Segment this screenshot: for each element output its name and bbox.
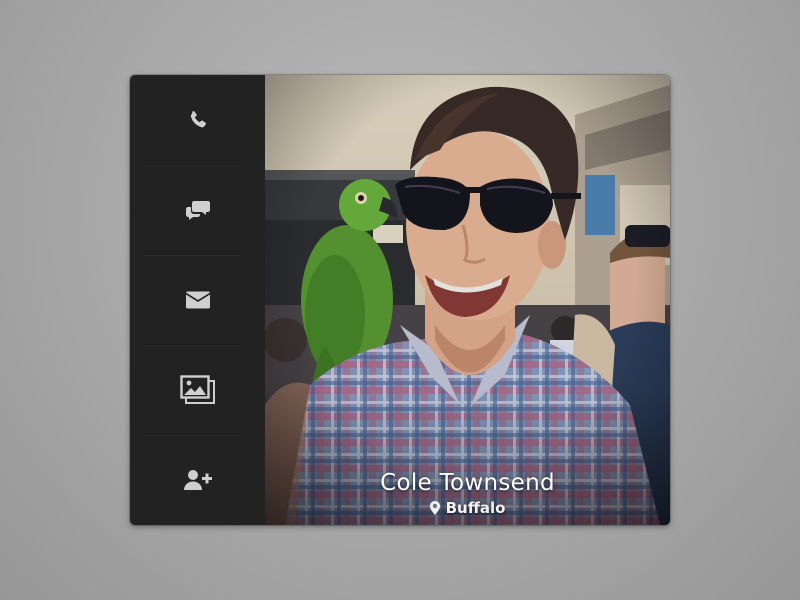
action-sidebar [130, 75, 265, 525]
photo-gallery-icon [179, 375, 215, 404]
profile-photo-image [265, 75, 670, 525]
add-user-icon [183, 470, 212, 490]
chat-bubbles-icon [185, 201, 210, 220]
email-button[interactable] [130, 255, 265, 345]
profile-name: Cole Townsend [380, 470, 555, 496]
profile-caption: Cole Townsend Buffalo [265, 469, 670, 519]
envelope-icon [185, 291, 210, 309]
profile-card: Cole Townsend Buffalo [130, 75, 670, 525]
call-button[interactable] [130, 75, 265, 165]
message-button[interactable] [130, 165, 265, 255]
photos-button[interactable] [130, 345, 265, 435]
phone-icon [190, 110, 206, 128]
profile-location: Buffalo [429, 498, 506, 518]
location-pin-icon [429, 501, 440, 515]
profile-location-label: Buffalo [445, 499, 506, 517]
profile-photo: Cole Townsend Buffalo [265, 75, 670, 525]
add-contact-button[interactable] [130, 435, 265, 525]
